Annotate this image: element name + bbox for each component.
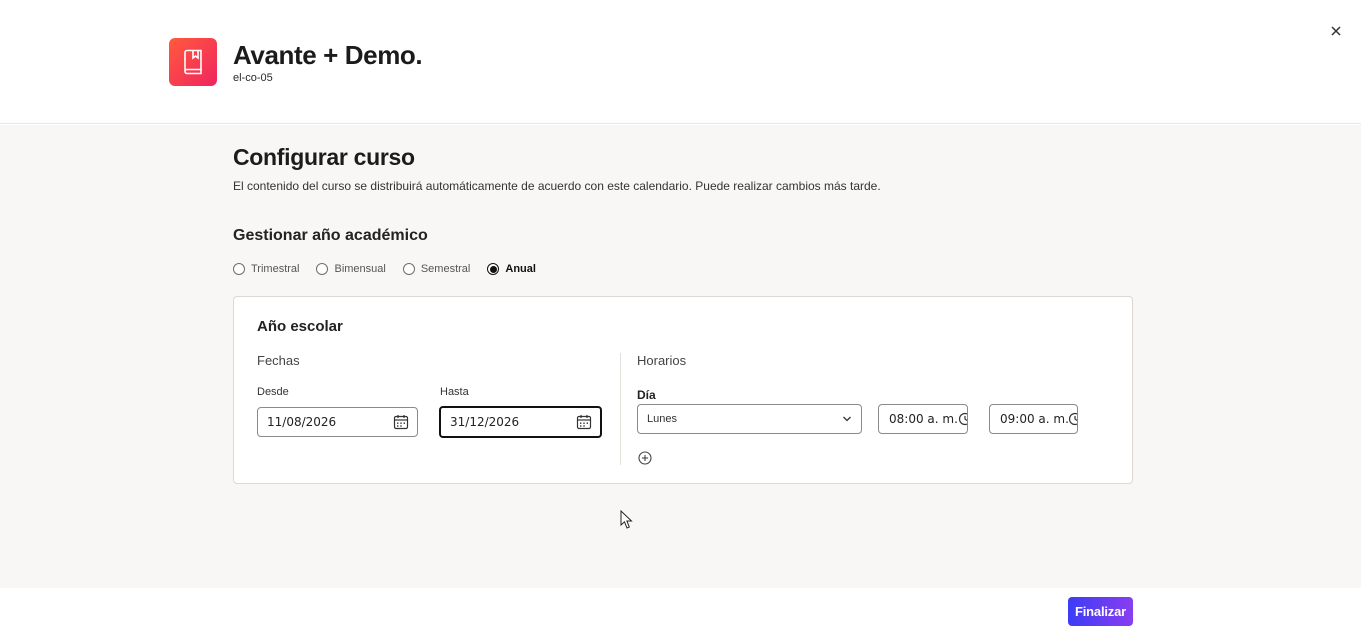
course-code: el-co-05 (233, 72, 273, 84)
page-title: Configurar curso (233, 144, 415, 170)
radio-button[interactable] (233, 263, 245, 275)
close-button[interactable] (1326, 21, 1346, 41)
to-label: Hasta (440, 386, 469, 398)
radio-option-trimestral[interactable]: Trimestral (233, 263, 299, 275)
school-year-card: Año escolar Fechas Desde 11/08/2026 Hast… (233, 296, 1133, 484)
academic-year-title: Gestionar año académico (233, 227, 428, 244)
to-date-value: 31/12/2026 (450, 415, 520, 429)
close-icon (1331, 26, 1341, 36)
from-date-input[interactable]: 11/08/2026 (257, 407, 418, 437)
academic-period-radio-group: Trimestral Bimensual Semestral Anual (233, 263, 536, 275)
clock-icon[interactable] (958, 412, 968, 426)
column-divider (620, 353, 621, 465)
day-select-value: Lunes (647, 413, 677, 425)
from-date-value: 11/08/2026 (267, 415, 337, 429)
radio-label: Bimensual (334, 263, 386, 275)
schedules-title: Horarios (637, 353, 687, 368)
main-content: Configurar curso El contenido del curso … (0, 125, 1361, 588)
footer: Finalizar (0, 588, 1361, 631)
end-time-value: 09:00 a. m. (1000, 412, 1069, 426)
start-time-value: 08:00 a. m. (889, 412, 958, 426)
end-time-input[interactable]: 09:00 a. m. (989, 404, 1078, 434)
clock-icon[interactable] (1068, 412, 1078, 426)
radio-label: Anual (505, 263, 536, 275)
add-schedule-button[interactable] (637, 450, 653, 466)
page-subtitle: El contenido del curso se distribuirá au… (233, 179, 881, 193)
to-date-input[interactable]: 31/12/2026 (439, 406, 602, 438)
card-title: Año escolar (257, 318, 343, 335)
chevron-down-icon (843, 416, 851, 422)
header: Avante + Demo. el-co-05 (0, 0, 1361, 124)
day-select[interactable]: Lunes (637, 404, 862, 434)
day-label: Día (637, 388, 656, 402)
radio-label: Semestral (420, 263, 471, 275)
calendar-icon[interactable] (576, 414, 592, 430)
course-logo (169, 38, 217, 86)
mouse-cursor-icon (620, 510, 633, 529)
plus-circle-icon (638, 451, 652, 465)
radio-option-anual[interactable]: Anual (487, 263, 536, 275)
dates-title: Fechas (257, 353, 300, 368)
start-time-input[interactable]: 08:00 a. m. (878, 404, 968, 434)
radio-label: Trimestral (251, 263, 300, 275)
radio-option-bimensual[interactable]: Bimensual (316, 263, 386, 275)
radio-button[interactable] (316, 263, 329, 275)
finish-button[interactable]: Finalizar (1068, 597, 1133, 626)
radio-button-checked[interactable] (487, 263, 500, 275)
radio-option-semestral[interactable]: Semestral (402, 263, 471, 275)
radio-button[interactable] (402, 263, 415, 275)
book-icon (184, 49, 202, 75)
course-title: Avante + Demo. (233, 40, 423, 70)
calendar-icon[interactable] (393, 414, 409, 430)
from-label: Desde (257, 386, 289, 398)
